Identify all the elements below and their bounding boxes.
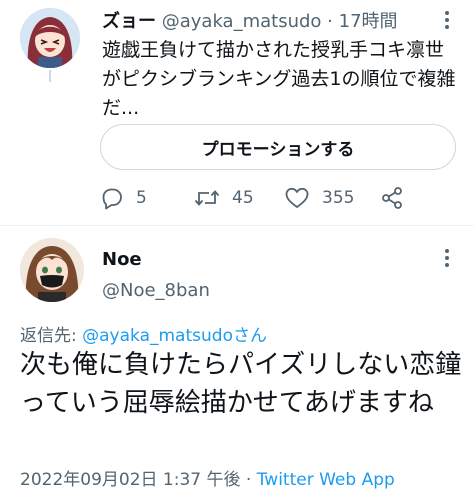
tweet1-display-name[interactable]: ズョー (102, 11, 156, 32)
tweet2-timestamp[interactable]: 2022年09月02日 1:37 午後 (20, 470, 241, 490)
tweet1-time[interactable]: 17時間 (339, 11, 398, 32)
promote-button[interactable]: プロモーションする (100, 124, 456, 170)
tweet2-handle[interactable]: @Noe_8ban (102, 279, 210, 303)
reply-context: 返信先: @ayaka_matsudoさん (20, 324, 267, 348)
avatar-noe[interactable] (20, 238, 84, 302)
tweet1-action-bar: 5 45 355 (100, 186, 410, 212)
reply-target-link[interactable]: @ayaka_matsudoさん (82, 326, 267, 346)
reply-icon (102, 188, 122, 210)
more-vertical-icon[interactable] (444, 248, 450, 271)
like-count: 355 (322, 188, 355, 208)
footer-separator: · (240, 470, 257, 490)
share-icon (382, 187, 402, 209)
tweet-divider (0, 225, 474, 226)
like-button[interactable]: 355 (284, 186, 354, 210)
tweet1-separator: · (327, 11, 333, 32)
tweet2-display-name[interactable]: Noe (102, 248, 142, 272)
tweet1-handle[interactable]: @ayaka_matsudo (162, 11, 322, 32)
tweet2-text: 次も俺に負けたらパイズリしない恋鐘っていう屈辱絵描かせてあげますね (20, 350, 462, 418)
reply-button[interactable]: 5 (100, 186, 147, 210)
retweet-icon (194, 190, 220, 206)
heart-icon (285, 187, 309, 208)
reply-count: 5 (136, 188, 147, 208)
retweet-button[interactable]: 45 (194, 186, 254, 210)
tweet2-footer: 2022年09月02日 1:37 午後 · Twitter Web App (20, 468, 395, 492)
reply-prefix: 返信先: (20, 326, 83, 346)
share-button[interactable] (380, 186, 404, 210)
thread-connector-line (49, 70, 51, 82)
avatar-ayaka[interactable] (20, 8, 80, 68)
more-vertical-icon[interactable] (444, 10, 450, 33)
tweet1-header: ズョー @ayaka_matsudo · 17時間 (102, 10, 398, 34)
retweet-count: 45 (232, 188, 254, 208)
client-link[interactable]: Twitter Web App (257, 470, 395, 490)
tweet1-text: 遊戯王負けて描かされた授乳手コキ凛世がピクシブランキング過去1の順位で複雑だ..… (102, 39, 456, 119)
